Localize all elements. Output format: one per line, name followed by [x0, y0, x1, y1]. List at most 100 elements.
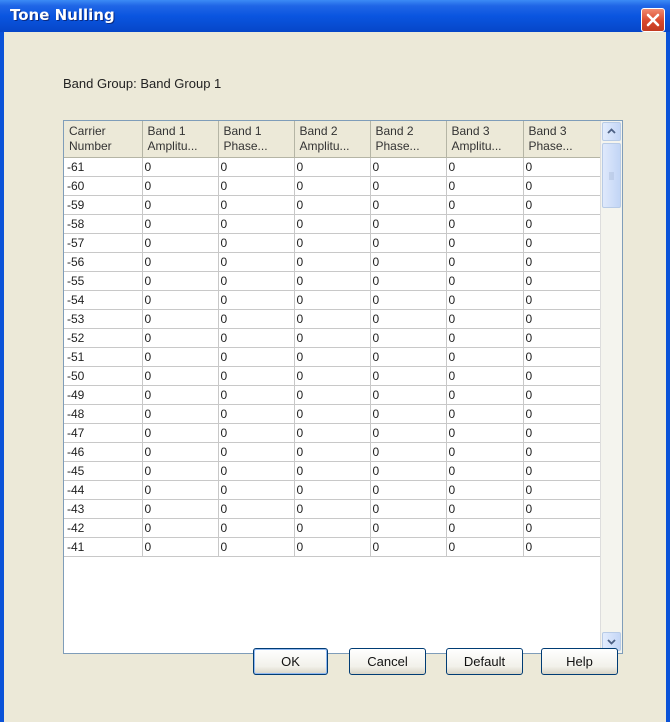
value-cell[interactable]: 0	[294, 271, 371, 291]
value-cell[interactable]: 0	[446, 176, 524, 196]
value-cell[interactable]: 0	[142, 499, 219, 519]
value-cell[interactable]: 0	[142, 537, 219, 557]
value-cell[interactable]: 0	[523, 214, 602, 234]
value-cell[interactable]: 0	[523, 423, 602, 443]
carrier-number-cell[interactable]: -45	[64, 461, 143, 481]
value-cell[interactable]: 0	[370, 252, 447, 272]
value-cell[interactable]: 0	[218, 214, 295, 234]
value-cell[interactable]: 0	[218, 366, 295, 386]
value-cell[interactable]: 0	[446, 157, 524, 177]
value-cell[interactable]: 0	[218, 157, 295, 177]
value-cell[interactable]: 0	[142, 252, 219, 272]
value-cell[interactable]: 0	[370, 366, 447, 386]
value-cell[interactable]: 0	[370, 499, 447, 519]
carrier-number-cell[interactable]: -56	[64, 252, 143, 272]
value-cell[interactable]: 0	[294, 233, 371, 253]
carrier-number-cell[interactable]: -47	[64, 423, 143, 443]
value-cell[interactable]: 0	[294, 176, 371, 196]
value-cell[interactable]: 0	[370, 176, 447, 196]
value-cell[interactable]: 0	[142, 385, 219, 405]
carrier-number-cell[interactable]: -52	[64, 328, 143, 348]
carrier-number-cell[interactable]: -59	[64, 195, 143, 215]
value-cell[interactable]: 0	[523, 404, 602, 424]
default-button[interactable]: Default	[446, 648, 523, 675]
carrier-number-cell[interactable]: -58	[64, 214, 143, 234]
value-cell[interactable]: 0	[370, 442, 447, 462]
value-cell[interactable]: 0	[294, 461, 371, 481]
value-cell[interactable]: 0	[523, 328, 602, 348]
value-cell[interactable]: 0	[523, 385, 602, 405]
value-cell[interactable]: 0	[218, 423, 295, 443]
value-cell[interactable]: 0	[142, 309, 219, 329]
value-cell[interactable]: 0	[142, 176, 219, 196]
value-cell[interactable]: 0	[446, 499, 524, 519]
carrier-number-cell[interactable]: -60	[64, 176, 143, 196]
carrier-number-cell[interactable]: -50	[64, 366, 143, 386]
value-cell[interactable]: 0	[294, 518, 371, 538]
value-cell[interactable]: 0	[218, 347, 295, 367]
value-cell[interactable]: 0	[523, 195, 602, 215]
column-header[interactable]: Band 3 Phase...	[523, 121, 602, 158]
value-cell[interactable]: 0	[218, 290, 295, 310]
close-button[interactable]	[641, 8, 665, 32]
value-cell[interactable]: 0	[446, 214, 524, 234]
value-cell[interactable]: 0	[523, 309, 602, 329]
carrier-number-cell[interactable]: -55	[64, 271, 143, 291]
carrier-number-cell[interactable]: -43	[64, 499, 143, 519]
value-cell[interactable]: 0	[218, 328, 295, 348]
value-cell[interactable]: 0	[446, 442, 524, 462]
value-cell[interactable]: 0	[370, 461, 447, 481]
value-cell[interactable]: 0	[294, 195, 371, 215]
value-cell[interactable]: 0	[142, 480, 219, 500]
column-header[interactable]: Band 3 Amplitu...	[446, 121, 524, 158]
tone-grid[interactable]: Carrier Number Band 1 Amplitu... Band 1 Phase…	[63, 120, 623, 654]
value-cell[interactable]: 0	[218, 252, 295, 272]
value-cell[interactable]: 0	[294, 347, 371, 367]
value-cell[interactable]: 0	[142, 290, 219, 310]
value-cell[interactable]: 0	[142, 195, 219, 215]
value-cell[interactable]: 0	[370, 385, 447, 405]
value-cell[interactable]: 0	[294, 290, 371, 310]
column-header[interactable]: Band 1 Phase...	[218, 121, 295, 158]
value-cell[interactable]: 0	[523, 480, 602, 500]
value-cell[interactable]: 0	[523, 461, 602, 481]
value-cell[interactable]: 0	[142, 271, 219, 291]
value-cell[interactable]: 0	[142, 442, 219, 462]
value-cell[interactable]: 0	[370, 214, 447, 234]
column-header[interactable]: Band 1 Amplitu...	[142, 121, 219, 158]
value-cell[interactable]: 0	[142, 366, 219, 386]
value-cell[interactable]: 0	[142, 404, 219, 424]
value-cell[interactable]: 0	[370, 518, 447, 538]
cancel-button[interactable]: Cancel	[349, 648, 426, 675]
value-cell[interactable]: 0	[370, 423, 447, 443]
value-cell[interactable]: 0	[294, 480, 371, 500]
value-cell[interactable]: 0	[294, 214, 371, 234]
value-cell[interactable]: 0	[294, 252, 371, 272]
value-cell[interactable]: 0	[294, 404, 371, 424]
value-cell[interactable]: 0	[218, 499, 295, 519]
scroll-thumb[interactable]	[602, 143, 621, 208]
value-cell[interactable]: 0	[294, 499, 371, 519]
value-cell[interactable]: 0	[446, 233, 524, 253]
value-cell[interactable]: 0	[523, 518, 602, 538]
carrier-number-cell[interactable]: -51	[64, 347, 143, 367]
value-cell[interactable]: 0	[218, 518, 295, 538]
value-cell[interactable]: 0	[446, 195, 524, 215]
value-cell[interactable]: 0	[218, 233, 295, 253]
scroll-up-button[interactable]	[602, 122, 621, 141]
value-cell[interactable]: 0	[142, 328, 219, 348]
value-cell[interactable]: 0	[142, 157, 219, 177]
carrier-number-cell[interactable]: -41	[64, 537, 143, 557]
value-cell[interactable]: 0	[446, 309, 524, 329]
value-cell[interactable]: 0	[523, 366, 602, 386]
value-cell[interactable]: 0	[446, 347, 524, 367]
value-cell[interactable]: 0	[218, 195, 295, 215]
title-bar[interactable]: Tone Nulling	[0, 0, 670, 32]
value-cell[interactable]: 0	[294, 442, 371, 462]
value-cell[interactable]: 0	[142, 423, 219, 443]
value-cell[interactable]: 0	[523, 157, 602, 177]
help-button[interactable]: Help	[541, 648, 618, 675]
value-cell[interactable]: 0	[446, 537, 524, 557]
carrier-number-cell[interactable]: -57	[64, 233, 143, 253]
carrier-number-cell[interactable]: -54	[64, 290, 143, 310]
